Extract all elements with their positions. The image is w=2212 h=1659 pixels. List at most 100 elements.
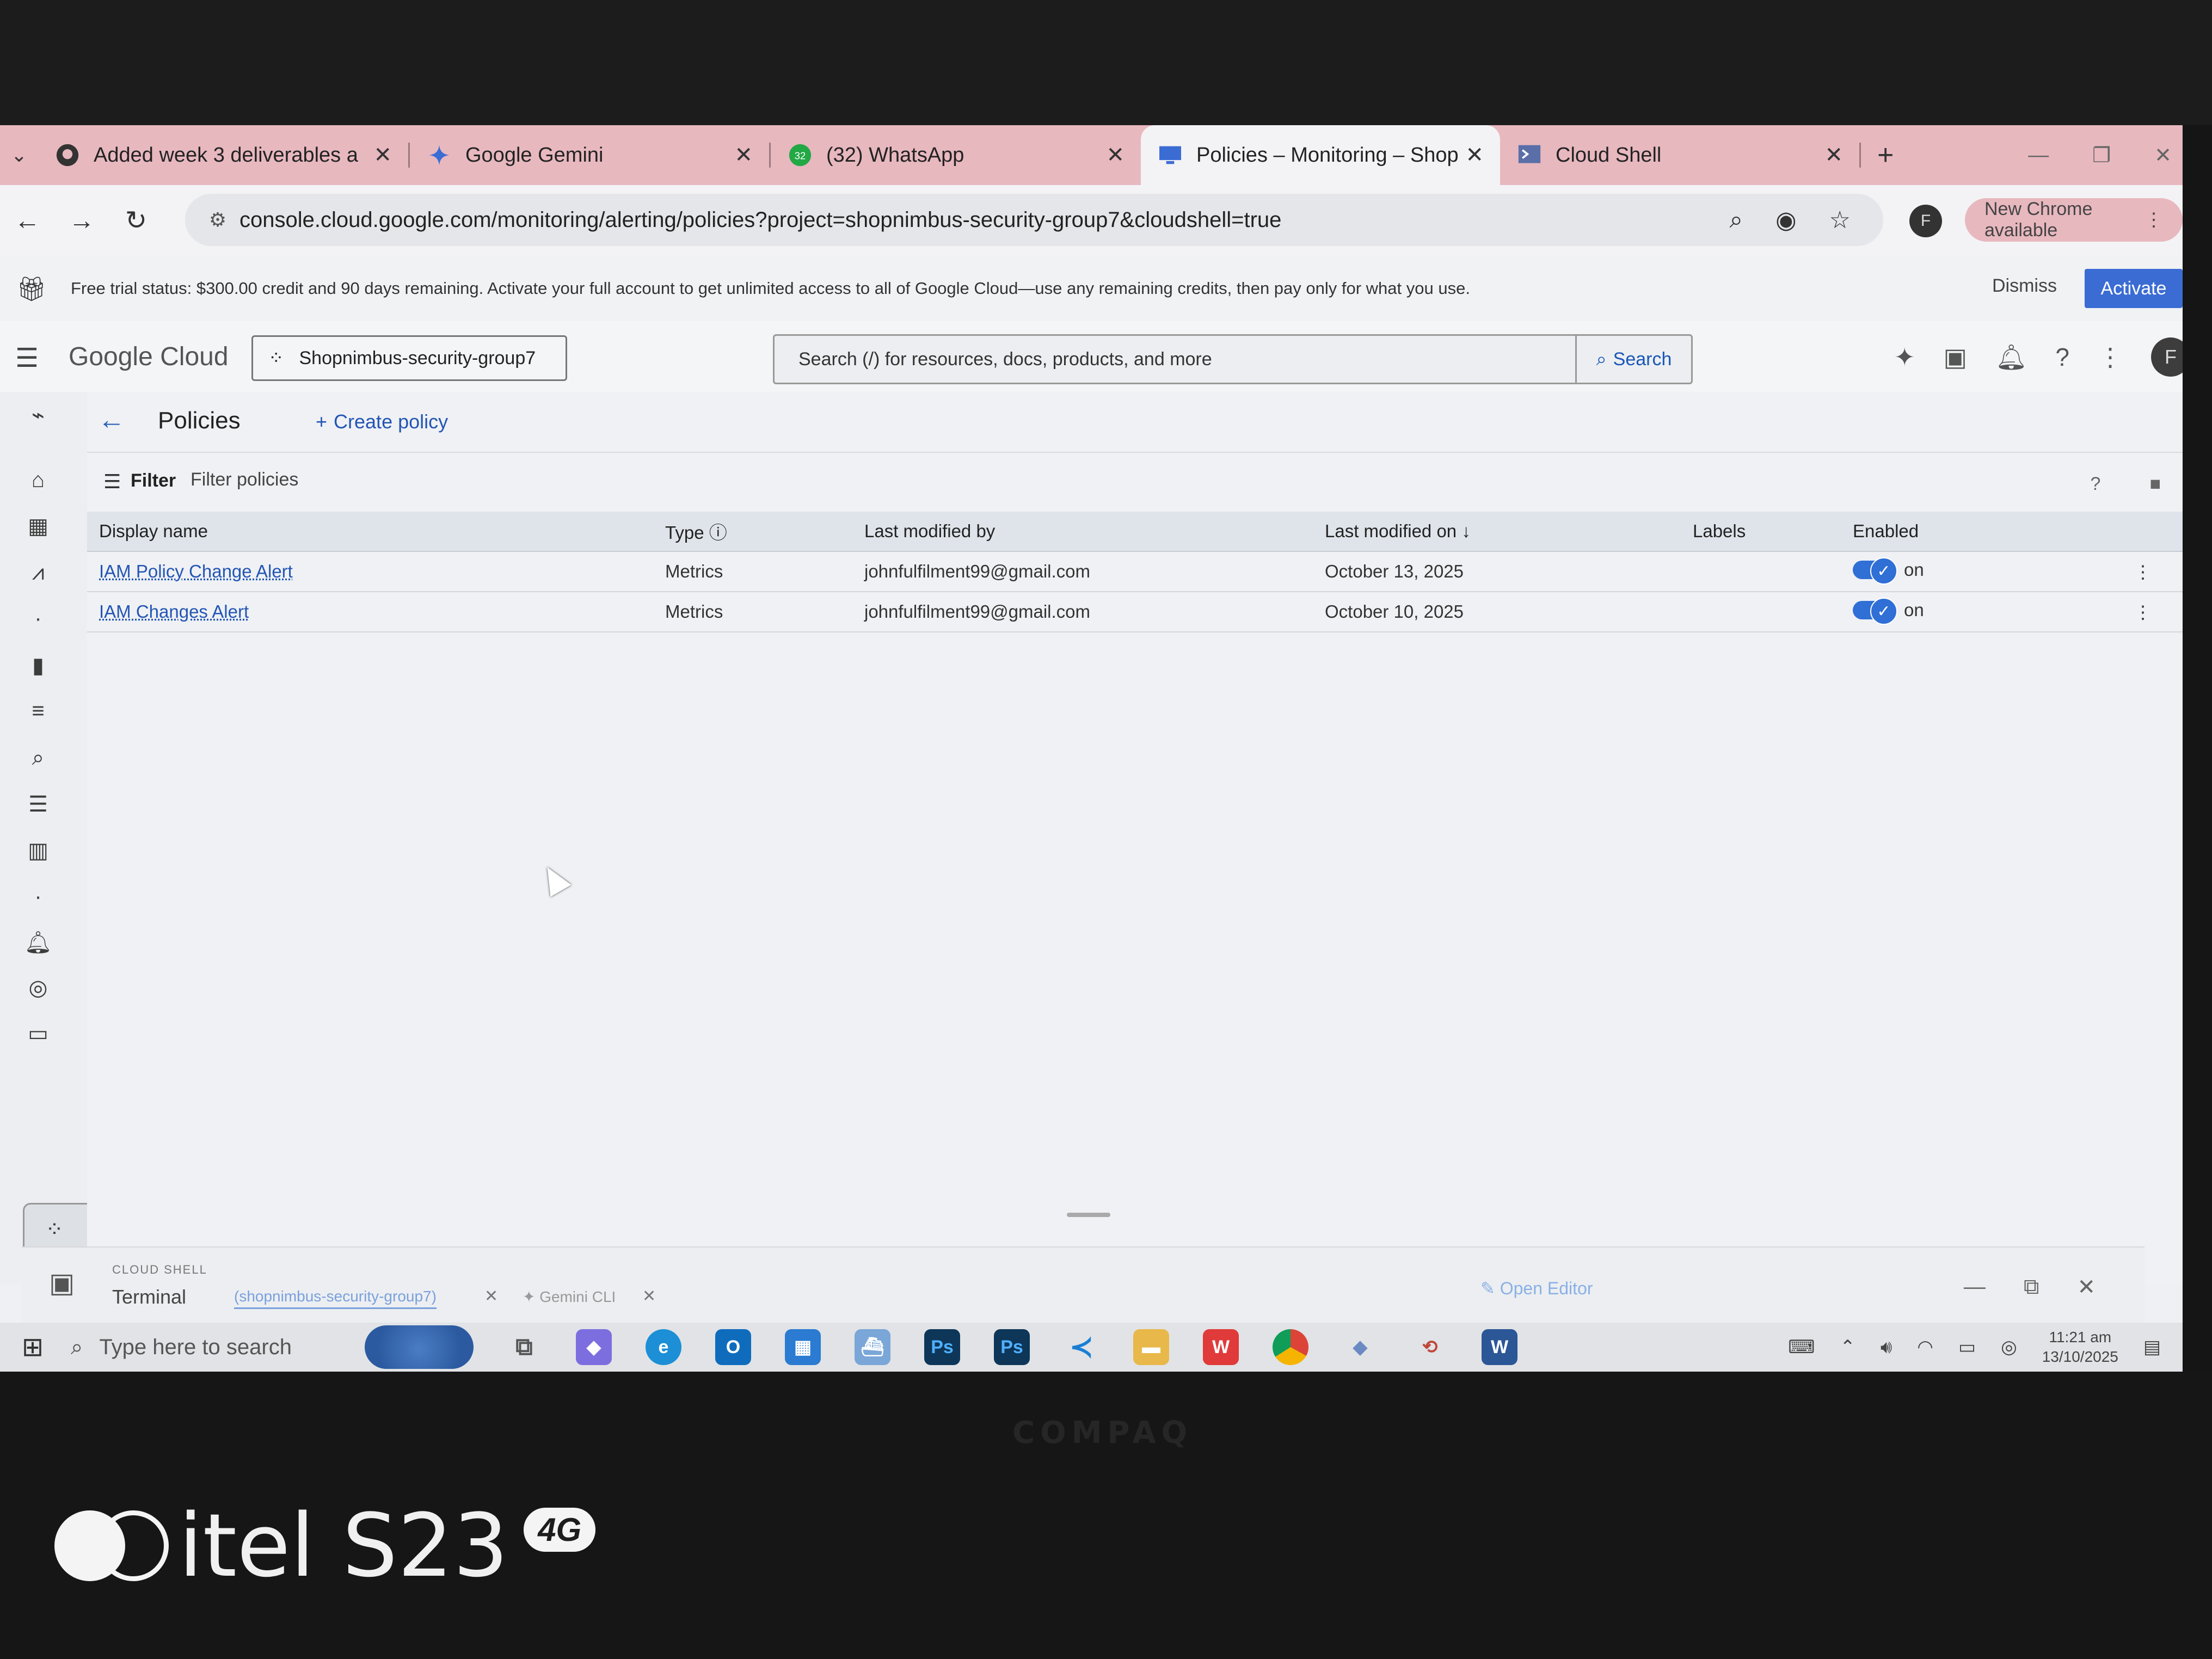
outlook-icon[interactable]: O [715, 1329, 751, 1365]
webcam-icon[interactable]: ◎ [2001, 1336, 2017, 1358]
address-bar[interactable]: ⚙ console.cloud.google.com/monitoring/al… [185, 194, 1883, 246]
photoshop-alt-icon[interactable]: Ps [994, 1329, 1030, 1365]
policy-link[interactable]: IAM Changes Alert [99, 601, 249, 622]
battery-icon[interactable]: ▭ [1958, 1336, 1976, 1358]
system-clock[interactable]: 11:21 am 13/10/2025 [2042, 1328, 2118, 1367]
minimize-icon[interactable]: — [1964, 1275, 1986, 1300]
edge-icon[interactable]: e [646, 1329, 681, 1365]
browser-tab-whatsapp[interactable]: 32 (32) WhatsApp ✕ [771, 125, 1141, 185]
filter-input[interactable]: Filter policies [191, 469, 298, 490]
word-icon[interactable]: W [1482, 1329, 1517, 1365]
column-header-last-modified-by[interactable]: Last modified by [864, 512, 1325, 552]
shell-session-tab[interactable]: (shopnimbus-security-group7) [234, 1288, 437, 1309]
profile-avatar[interactable]: F [1909, 205, 1942, 237]
app-swirl-icon[interactable]: ⟲ [1412, 1329, 1448, 1365]
zoom-icon[interactable]: ⌕ [1730, 206, 1743, 234]
chevron-up-icon[interactable]: ⌃ [1840, 1336, 1855, 1358]
kebab-menu-icon[interactable]: ⋮ [2145, 209, 2163, 231]
site-info-icon[interactable]: ⚙ [196, 208, 239, 231]
star-icon[interactable]: ☆ [1829, 206, 1851, 234]
search-highlight-image[interactable] [365, 1325, 474, 1369]
console-search[interactable]: Search (/) for resources, docs, products… [773, 334, 1693, 384]
column-header-type[interactable]: Type ⓘ [665, 512, 864, 552]
alerting-bell-icon[interactable]: 🔔︎ [22, 930, 54, 955]
ship-app-icon[interactable]: ⛴ [855, 1329, 890, 1365]
vscode-icon[interactable]: ≺ [1064, 1329, 1099, 1365]
chrome-update-button[interactable]: New Chrome available ⋮ [1965, 198, 2183, 242]
close-window-icon[interactable]: ✕ [2154, 143, 2172, 168]
home-icon[interactable]: ⌂ [22, 468, 54, 493]
taskbar-search-input[interactable]: Type here to search [99, 1335, 292, 1360]
hamburger-menu-icon[interactable]: ☰ [15, 343, 39, 373]
wps-office-icon[interactable]: W [1203, 1329, 1239, 1365]
open-new-window-icon[interactable]: ⧉ [2024, 1275, 2039, 1300]
row-more-vert-icon[interactable]: ⋮ [2103, 551, 2183, 592]
copilot-icon[interactable]: ◆ [576, 1329, 612, 1365]
filter-bar[interactable]: ☰ Filter Filter policies [87, 452, 2183, 506]
uptime-icon[interactable]: ▥ [22, 838, 54, 863]
gemini-cli-tab[interactable]: ✦ Gemini CLI [523, 1288, 616, 1306]
slo-icon[interactable]: ◎ [22, 975, 54, 1000]
filter-lines-icon[interactable]: ☰ [22, 792, 54, 817]
dismiss-button[interactable]: Dismiss [1992, 275, 2057, 297]
groups-icon[interactable]: ⁘ [38, 1217, 71, 1242]
volume-icon[interactable]: 🔊︎ [1881, 1337, 1892, 1358]
account-avatar[interactable]: F [2151, 337, 2183, 377]
file-explorer-icon[interactable]: ▬ [1133, 1329, 1169, 1365]
back-arrow-icon[interactable]: ← [0, 206, 54, 236]
close-icon[interactable]: ✕ [1106, 143, 1125, 168]
task-view-icon[interactable]: ⧉ [506, 1329, 542, 1365]
close-icon[interactable]: ✕ [642, 1287, 656, 1306]
activate-button[interactable]: Activate [2085, 269, 2183, 308]
cloud-shell-terminal-icon[interactable]: ▣ [1944, 342, 1967, 372]
reload-icon[interactable]: ↻ [109, 205, 163, 236]
close-icon[interactable]: ✕ [1824, 143, 1843, 168]
policy-link[interactable]: IAM Policy Change Alert [99, 561, 293, 581]
back-arrow-icon[interactable]: ← [98, 404, 125, 435]
list-icon[interactable]: ≡ [22, 699, 54, 723]
create-policy-button[interactable]: + Create policy [316, 410, 448, 433]
project-selector[interactable]: ⁘ Shopnimbus-security-group7 [251, 335, 567, 381]
help-icon[interactable]: ? [2055, 342, 2069, 372]
open-editor-button[interactable]: ✎ Open Editor [1480, 1278, 1593, 1299]
search-button[interactable]: ⌕ Search [1575, 336, 1691, 383]
dashboard-icon[interactable]: ▦ [22, 514, 54, 539]
column-header-last-modified-on[interactable]: Last modified on ↓ [1325, 512, 1693, 552]
row-more-vert-icon[interactable]: ⋮ [2103, 592, 2183, 632]
metrics-explorer-icon[interactable]: ⩘ [22, 561, 54, 585]
keyboard-icon[interactable]: ⌨ [1788, 1336, 1815, 1358]
monitor-icon[interactable]: ▭ [22, 1021, 54, 1046]
windows-start-icon[interactable]: ⊞ [0, 1332, 65, 1362]
monitoring-product-icon[interactable]: ⌁ [22, 403, 54, 428]
browser-tab-gemini[interactable]: Google Gemini ✕ [410, 125, 769, 185]
search-input[interactable]: Search (/) for resources, docs, products… [798, 349, 1212, 370]
chrome-icon[interactable] [1273, 1329, 1308, 1365]
close-icon[interactable]: ✕ [1465, 143, 1484, 168]
notifications-icon[interactable]: ▤ [2143, 1336, 2161, 1358]
git-icon[interactable]: ◆ [1342, 1329, 1378, 1365]
browser-tab-policies[interactable]: Policies – Monitoring – Shop ✕ [1141, 125, 1500, 185]
tab-search-chevron-icon[interactable]: ⌄ [0, 144, 38, 167]
notifications-bell-icon[interactable]: 🔔︎ [1995, 342, 2027, 372]
help-icon[interactable]: ⓘ [709, 523, 727, 543]
eye-off-icon[interactable]: ◉ [1775, 206, 1796, 234]
wifi-icon[interactable]: ◠ [1917, 1336, 1933, 1358]
restore-icon[interactable]: ❐ [2092, 143, 2111, 168]
column-header-labels[interactable]: Labels [1693, 512, 1853, 552]
enabled-toggle[interactable]: ✓ on [1853, 557, 1924, 585]
cloud-shell-resize-handle[interactable] [1067, 1213, 1110, 1217]
forward-arrow-icon[interactable]: → [54, 206, 109, 236]
column-header-display-name[interactable]: Display name [87, 512, 665, 552]
column-display-icon[interactable]: ■ [2149, 474, 2161, 495]
logs-search-icon[interactable]: ⌕ [22, 746, 54, 770]
help-icon[interactable]: ? [2091, 474, 2101, 495]
enabled-toggle[interactable]: ✓ on [1853, 598, 1924, 625]
browser-tab-github[interactable]: Added week 3 deliverables a ✕ [38, 125, 408, 185]
taskbar-search[interactable]: ⌕ Type here to search [65, 1323, 365, 1372]
more-vert-icon[interactable]: ⋮ [2098, 342, 2123, 372]
browser-tab-cloud-shell[interactable]: Cloud Shell ✕ [1500, 125, 1859, 185]
column-header-enabled[interactable]: Enabled [1853, 512, 2103, 552]
close-icon[interactable]: ✕ [373, 143, 392, 168]
close-icon[interactable]: ✕ [734, 143, 753, 168]
google-cloud-logo[interactable]: Google Cloud [69, 342, 229, 372]
